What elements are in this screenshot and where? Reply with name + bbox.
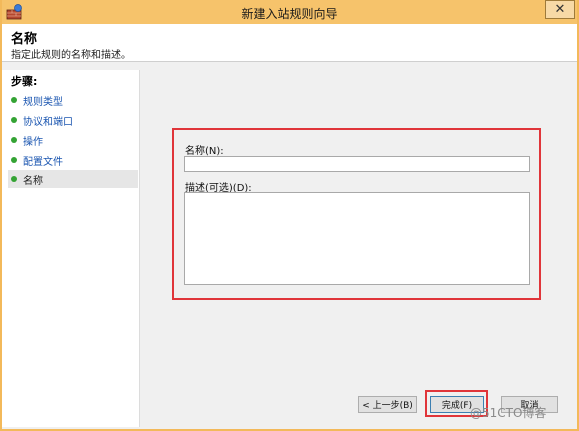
back-button[interactable]: < 上一步(B) <box>358 396 417 413</box>
watermark: @51CTO博客 <box>470 406 547 420</box>
step-label: 操作 <box>23 136 43 148</box>
bullet-icon <box>11 176 17 182</box>
bullet-icon <box>11 157 17 163</box>
close-icon: ✕ <box>554 2 566 17</box>
step-profile[interactable]: 配置文件 <box>8 151 138 169</box>
title-bar[interactable]: 新建入站规则向导 ✕ <box>2 0 577 24</box>
steps-panel: 步骤: 规则类型 协议和端口 操作 配置文件 名称 <box>2 70 140 427</box>
page-title: 名称 <box>11 32 38 47</box>
wizard-window: 新建入站规则向导 ✕ 名称 指定此规则的名称和描述。 步骤: 规则类型 协议和端… <box>0 0 579 431</box>
step-action[interactable]: 操作 <box>8 131 138 149</box>
steps-title: 步骤: <box>11 75 38 88</box>
wizard-header: 名称 指定此规则的名称和描述。 <box>2 24 577 62</box>
step-rule-type[interactable]: 规则类型 <box>8 91 138 109</box>
step-label: 协议和端口 <box>23 116 73 128</box>
step-protocol-ports[interactable]: 协议和端口 <box>8 111 138 129</box>
description-input[interactable] <box>184 192 530 285</box>
step-label: 规则类型 <box>23 96 63 108</box>
bullet-icon <box>11 117 17 123</box>
bullet-icon <box>11 97 17 103</box>
close-button[interactable]: ✕ <box>545 0 575 19</box>
step-name[interactable]: 名称 <box>8 170 138 188</box>
step-label: 名称 <box>23 175 43 187</box>
bullet-icon <box>11 137 17 143</box>
window-title: 新建入站规则向导 <box>241 7 338 21</box>
step-label: 配置文件 <box>23 156 63 168</box>
name-input[interactable] <box>184 156 530 172</box>
page-subtitle: 指定此规则的名称和描述。 <box>11 50 131 61</box>
name-label: 名称(N): <box>185 146 224 157</box>
